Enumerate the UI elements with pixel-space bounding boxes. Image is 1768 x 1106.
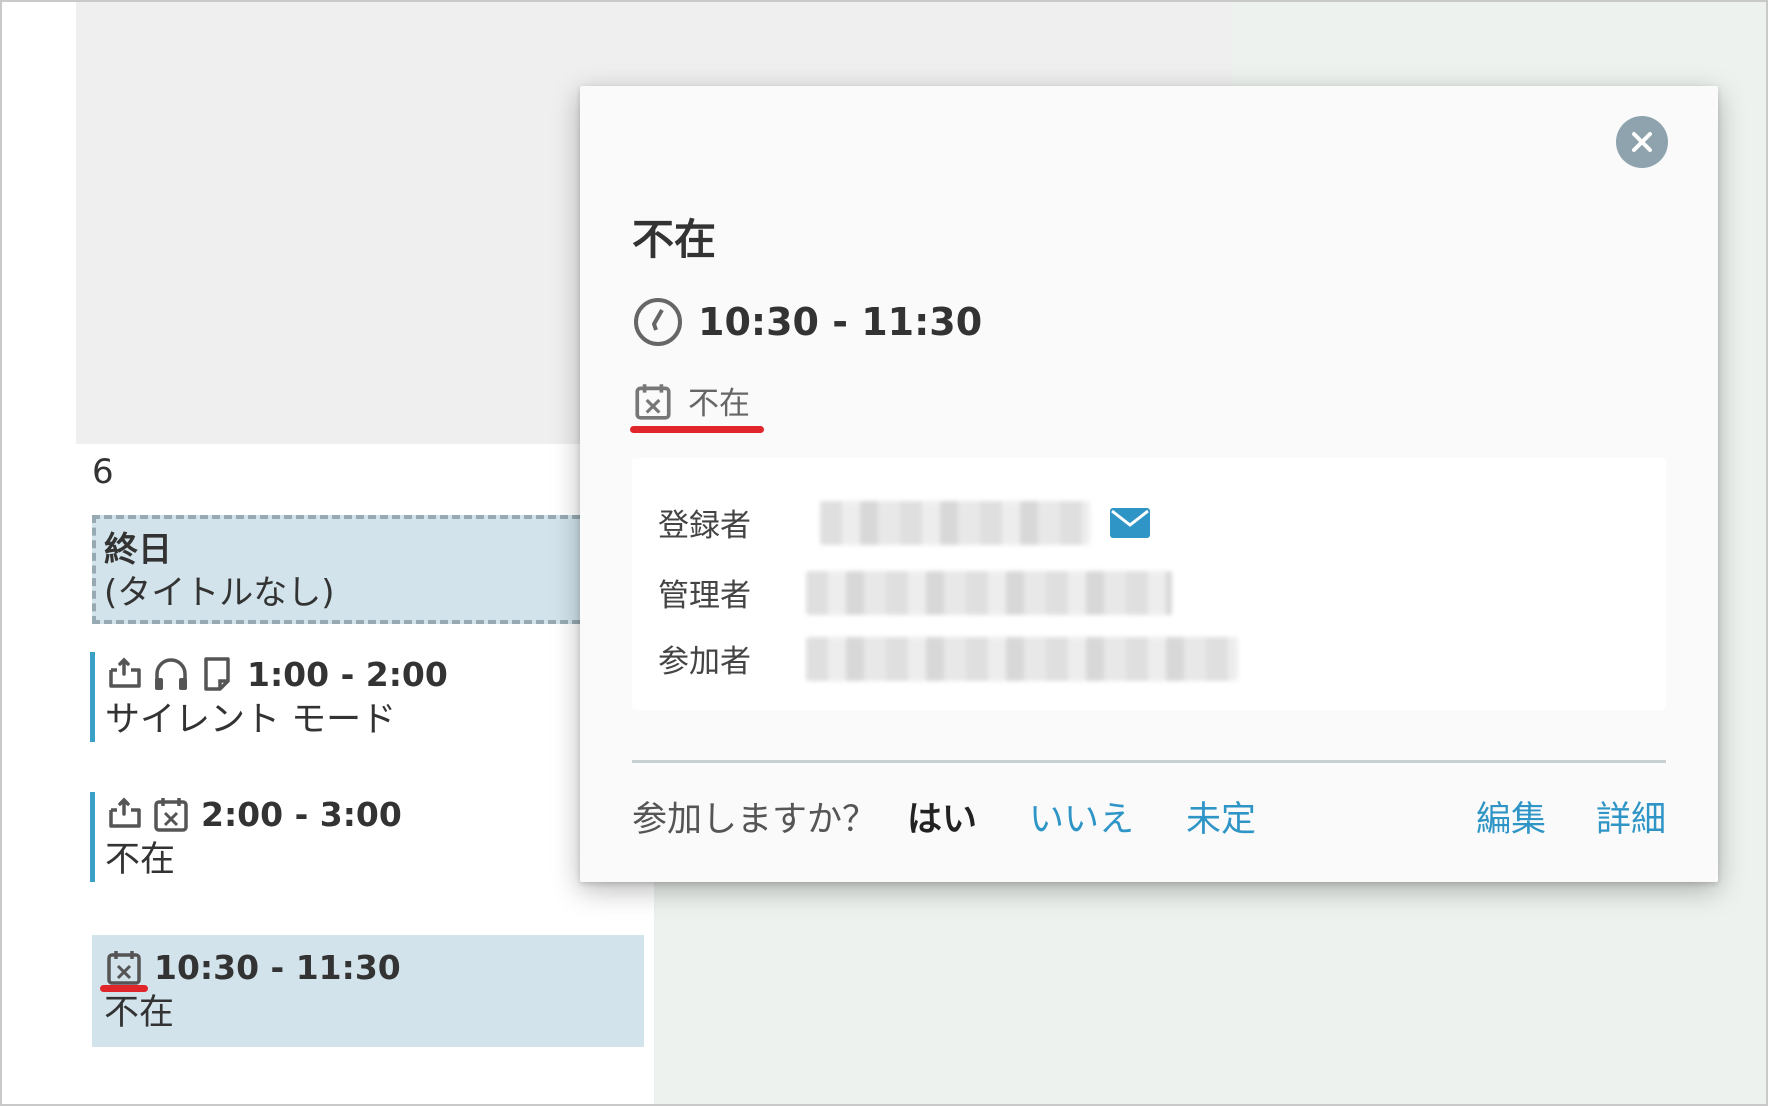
event-item[interactable]: 1:00 - 2:00 サイレント モード bbox=[90, 652, 644, 742]
mail-icon[interactable] bbox=[1110, 507, 1150, 538]
calendar-cell[interactable] bbox=[76, 0, 656, 446]
clock-icon bbox=[632, 296, 684, 348]
event-title: サイレント モード bbox=[105, 700, 397, 740]
highlight-underline bbox=[100, 985, 148, 992]
calendar-x-icon bbox=[104, 947, 144, 987]
day-number: 6 bbox=[92, 452, 114, 492]
popup-time-row: 10:30 - 11:30 bbox=[632, 296, 982, 348]
headphones-icon bbox=[151, 654, 191, 694]
popup-title: 不在 bbox=[632, 215, 717, 264]
popup-type-row: 不在 bbox=[632, 378, 750, 423]
event-item-selected[interactable]: 10:30 - 11:30 不在 bbox=[92, 935, 644, 1047]
calendar-cell bbox=[0, 0, 78, 446]
attendee-name-redacted[interactable] bbox=[806, 636, 1238, 681]
attendee-row: 参加者 bbox=[658, 636, 1238, 681]
close-icon bbox=[1632, 132, 1652, 152]
event-popup: 不在 10:30 - 11:30 不在 登録者 管理者 参加者 参加しますか？ … bbox=[580, 86, 1718, 882]
rsvp-yes-button[interactable]: はい bbox=[907, 791, 977, 842]
registrant-name-redacted[interactable] bbox=[820, 500, 1090, 545]
attendee-label: 参加者 bbox=[658, 644, 751, 680]
manager-name-redacted[interactable] bbox=[806, 570, 1172, 615]
event-time: 2:00 - 3:00 bbox=[201, 794, 402, 834]
calendar-x-icon bbox=[151, 794, 191, 834]
event-item[interactable]: 2:00 - 3:00 不在 bbox=[90, 792, 644, 882]
highlight-underline bbox=[630, 426, 764, 433]
popup-divider bbox=[632, 760, 1666, 763]
allday-event[interactable]: 終日 (タイトルなし) bbox=[92, 515, 592, 624]
note-icon bbox=[197, 654, 237, 694]
popup-time: 10:30 - 11:30 bbox=[698, 300, 983, 344]
rsvp-maybe-button[interactable]: 未定 bbox=[1186, 791, 1256, 842]
event-time: 10:30 - 11:30 bbox=[154, 947, 401, 987]
event-title: 不在 bbox=[105, 840, 176, 880]
edit-button[interactable]: 編集 bbox=[1476, 791, 1546, 842]
event-time: 1:00 - 2:00 bbox=[247, 654, 448, 694]
details-button[interactable]: 詳細 bbox=[1596, 791, 1666, 842]
popup-actions: 編集 詳細 bbox=[1476, 791, 1666, 842]
registrant-label: 登録者 bbox=[658, 508, 751, 544]
close-button[interactable] bbox=[1616, 116, 1668, 168]
allday-label: 終日 bbox=[104, 530, 172, 570]
calendar-x-icon bbox=[632, 380, 674, 422]
people-panel: 登録者 管理者 参加者 bbox=[632, 458, 1666, 710]
popup-type-label: 不在 bbox=[688, 386, 750, 422]
attend-question: 参加しますか？ bbox=[632, 799, 878, 840]
popup-footer: 参加しますか？ はい いいえ 未定 編集 詳細 bbox=[632, 786, 1666, 846]
manager-row: 管理者 bbox=[658, 570, 1172, 615]
allday-title: (タイトルなし) bbox=[104, 573, 335, 613]
manager-label: 管理者 bbox=[658, 578, 751, 614]
rsvp-no-button[interactable]: いいえ bbox=[1029, 791, 1134, 842]
repeat-icon bbox=[105, 794, 145, 834]
calendar-cell bbox=[0, 444, 78, 1106]
event-title: 不在 bbox=[104, 993, 175, 1033]
repeat-icon bbox=[105, 654, 145, 694]
registrant-row: 登録者 bbox=[658, 500, 1150, 545]
